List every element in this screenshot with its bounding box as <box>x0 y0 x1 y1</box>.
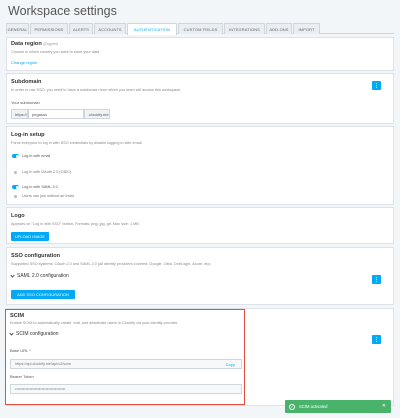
scim-activated-toast: ✓ SCIM activated ✕ <box>285 400 391 413</box>
base-url-label: Base URL * <box>10 348 31 353</box>
scim-description: Enable SCIM to automatically create, edi… <box>10 321 179 325</box>
logo-title: Logo <box>11 213 25 219</box>
tab-alerts[interactable]: ALERTS <box>69 23 93 34</box>
scim-menu-button[interactable] <box>372 335 381 344</box>
more-icon <box>375 276 378 283</box>
tab-authentication[interactable]: AUTHENTICATION <box>127 23 177 35</box>
data-region-description: Choose in which country you want to stor… <box>11 50 100 54</box>
subdomain-title: Subdomain <box>11 79 42 85</box>
scim-config-accordion[interactable]: SCIM configuration <box>9 330 59 337</box>
tab-import[interactable]: IMPORT <box>293 23 320 34</box>
toast-message: SCIM activated <box>299 404 328 409</box>
more-icon <box>375 82 378 89</box>
add-sso-configuration-button[interactable]: ADD SSO CONFIGURATION <box>11 290 75 299</box>
login-setup-title: Log-in setup <box>11 132 45 138</box>
settings-tabs: GENERAL PERMISSIONS ALERTS ACCOUNTS AUTH… <box>6 23 394 35</box>
login-saml-label: Log in with SAML 2.0 <box>22 185 58 189</box>
more-icon <box>375 336 378 343</box>
saml-config-accordion[interactable]: SAML 2.0 configuration <box>10 272 69 279</box>
check-circle-icon: ✓ <box>289 403 295 410</box>
join-without-invite-label: Users can join without an invite <box>22 194 75 198</box>
logo-card: Logo Appears on "Log in with SSO" button… <box>6 207 394 244</box>
tab-custom-fields[interactable]: CUSTOM FIELDS <box>178 23 223 34</box>
scim-config-label: SCIM configuration <box>16 331 59 337</box>
bearer-token-value: •••••••••••••••••••••••••••••••••••••• <box>15 387 66 391</box>
base-url-value: https://api.clockify.me/api/v2/scim <box>15 362 72 366</box>
sso-title: SSO configuration <box>11 253 61 259</box>
subdomain-input-group: https:// pegasus .clockify.me <box>11 109 110 119</box>
saml-config-label: SAML 2.0 configuration <box>17 273 69 279</box>
login-email-label: Log in with email <box>22 154 51 158</box>
subdomain-prefix: https:// <box>11 109 28 119</box>
tab-permissions[interactable]: PERMISSIONS <box>30 23 68 34</box>
logo-description: Appears on "Log in with SSO" button. For… <box>11 222 139 226</box>
login-saml-toggle[interactable] <box>12 185 19 189</box>
scim-title: SCIM <box>10 313 24 319</box>
subdomain-card: Subdomain In order to use SSO, you need … <box>6 73 394 124</box>
chevron-down-icon <box>9 330 14 336</box>
subdomain-input[interactable]: pegasus <box>28 109 84 119</box>
close-icon[interactable]: ✕ <box>382 403 386 409</box>
login-email-toggle[interactable] <box>12 154 19 158</box>
sso-menu-button[interactable] <box>372 275 381 284</box>
change-region-link[interactable]: Change region <box>11 60 37 65</box>
sso-card: SSO configuration Supported SSO systems:… <box>6 247 394 305</box>
tab-general[interactable]: GENERAL <box>6 23 29 34</box>
tab-integrations[interactable]: INTEGRATIONS <box>224 23 265 34</box>
base-url-field[interactable]: https://api.clockify.me/api/v2/scim Copy <box>10 359 242 369</box>
tab-add-ons[interactable]: ADD-ONS <box>266 23 292 34</box>
scim-highlight-box: SCIM Enable SCIM to automatically create… <box>5 309 245 405</box>
subdomain-menu-button[interactable] <box>372 81 381 90</box>
data-region-card: Data region (Enginer) Choose in which co… <box>6 37 394 71</box>
login-oauth-radio[interactable] <box>14 171 17 174</box>
subdomain-description: In order to use SSO, you need to have a … <box>11 88 182 92</box>
upload-image-button[interactable]: UPLOAD IMAGE <box>11 232 49 241</box>
login-setup-card: Log-in setup Force everyone to log in wi… <box>6 126 394 205</box>
bearer-token-field[interactable]: •••••••••••••••••••••••••••••••••••••• <box>10 384 242 394</box>
sso-description: Supported SSO systems: OAuth 2.0 and SAM… <box>11 262 211 266</box>
bearer-token-label: Bearer Token <box>10 374 34 379</box>
page-title: Workspace settings <box>8 4 117 18</box>
login-setup-description: Force everyone to log in with SSO creden… <box>11 141 143 145</box>
copy-base-url-button[interactable]: Copy <box>226 362 235 367</box>
subdomain-suffix: .clockify.me <box>84 109 110 119</box>
chevron-down-icon <box>10 272 15 278</box>
data-region-title: Data region <box>11 41 42 47</box>
login-oauth-label: Log in with OAuth 2.0 (OIDC) <box>22 170 72 174</box>
tab-accounts[interactable]: ACCOUNTS <box>94 23 126 34</box>
data-region-badge: (Enginer) <box>43 42 59 46</box>
subdomain-field-label: Your subdomain <box>11 100 40 105</box>
join-without-invite-radio[interactable] <box>14 195 17 198</box>
